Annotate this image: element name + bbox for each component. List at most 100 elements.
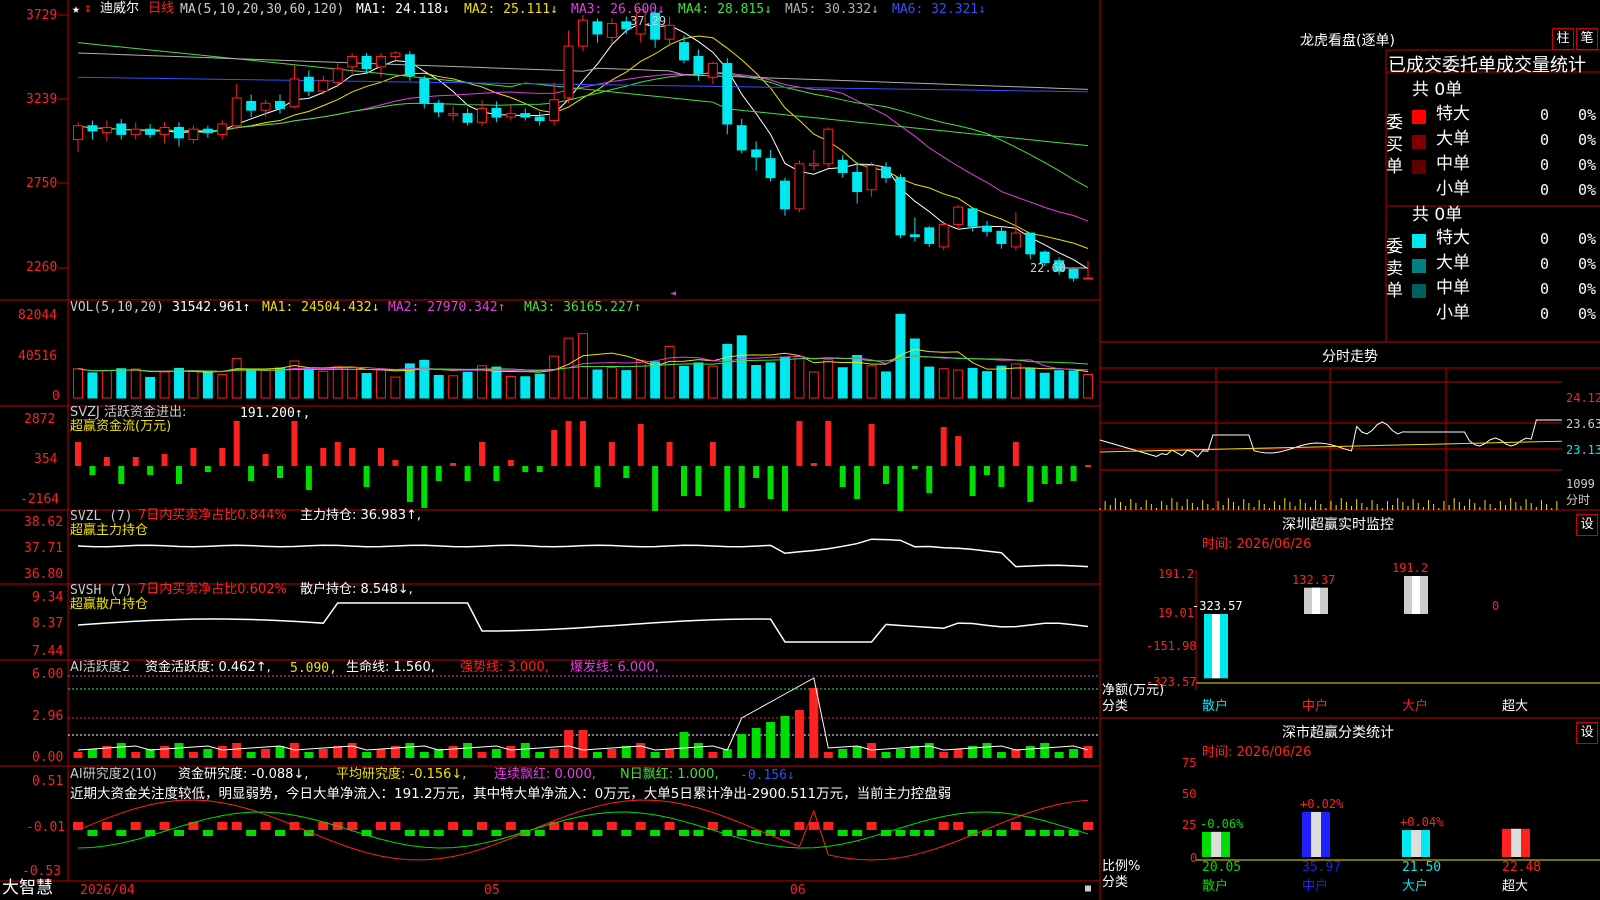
activity-bar xyxy=(751,728,761,758)
volume-bar xyxy=(130,368,141,399)
intraday-avg-line xyxy=(1099,440,1563,453)
candle-body xyxy=(592,21,603,35)
activity-bar xyxy=(188,752,198,758)
volume-bar xyxy=(679,365,689,399)
bar-mode-button[interactable]: 柱 xyxy=(1552,28,1574,50)
flow-bar xyxy=(666,442,673,466)
volume-bar xyxy=(116,368,127,399)
flow-bar xyxy=(594,466,601,487)
buy-color-swatch xyxy=(1412,135,1426,149)
research-bar xyxy=(1083,822,1093,830)
activity-bar xyxy=(318,749,328,758)
activity-bar xyxy=(116,743,126,758)
flow-bar xyxy=(262,454,269,466)
volume-bar xyxy=(924,366,935,399)
svzl-ratio: 7日内买卖净占比0.844% xyxy=(138,508,287,523)
volume-bar xyxy=(520,376,531,399)
candle-body xyxy=(332,68,343,83)
brand-logo[interactable]: 大智慧 xyxy=(2,880,53,897)
candle-body xyxy=(1083,277,1093,280)
volume-bar xyxy=(751,365,762,399)
period-label[interactable]: 日线 xyxy=(148,2,174,15)
monitor-settings-button[interactable]: 设 xyxy=(1576,514,1598,536)
candle-body xyxy=(159,126,170,135)
vol-axis-label: 0 xyxy=(52,389,60,404)
ma10-line xyxy=(77,35,1089,249)
date-axis-label: 2026/04 xyxy=(80,883,135,898)
candle-body xyxy=(477,107,487,123)
buy-row-percent: 0% xyxy=(1578,181,1597,199)
classify-category: 散户 xyxy=(1202,879,1229,894)
activity-bar xyxy=(463,743,473,758)
research-bar xyxy=(953,822,964,830)
candle-body xyxy=(174,126,184,139)
classify-bar-label: 21.50 xyxy=(1402,860,1442,875)
monitor-bar-label: -323.57 xyxy=(1192,599,1243,613)
activity-bar xyxy=(679,732,689,758)
star-icon[interactable]: ★ xyxy=(72,3,80,16)
flow-bar xyxy=(450,463,457,466)
activity-bar xyxy=(535,752,545,758)
activity-bar xyxy=(347,743,357,758)
monitor-category: 中户 xyxy=(1302,699,1329,714)
volume-bar xyxy=(707,365,718,399)
marker-icon: ◄ xyxy=(670,288,676,299)
flow-bar xyxy=(349,448,356,466)
svzj-axis-label: -2164 xyxy=(20,492,60,507)
volume-bar xyxy=(938,368,949,399)
volume-bar xyxy=(722,343,733,399)
candle-body xyxy=(1025,232,1036,255)
volume-bar xyxy=(1039,372,1050,399)
research-bar xyxy=(1025,830,1036,836)
price-axis-label: 2750 xyxy=(26,176,58,191)
buy-row-name: 特大 xyxy=(1436,104,1470,124)
candle-body xyxy=(361,55,372,70)
flow-bar xyxy=(637,424,644,466)
activity-bar xyxy=(737,734,747,758)
activity-bar xyxy=(636,743,646,758)
activity-bar xyxy=(823,752,833,758)
sell-total: 共 0单 xyxy=(1412,205,1463,225)
lock-icon[interactable]: ■ xyxy=(1085,884,1091,894)
classify-axis-label: 50 xyxy=(1182,787,1197,801)
candle-body xyxy=(101,126,112,134)
flow-bar xyxy=(392,460,399,466)
tick-mode-button[interactable]: 笔 xyxy=(1576,28,1598,50)
sell-row-percent: 0% xyxy=(1578,280,1597,298)
candle-body xyxy=(275,100,285,109)
chart-canvas: ◄ xyxy=(0,0,1600,900)
research-bar xyxy=(130,822,141,830)
flow-bar xyxy=(176,466,182,484)
volume-bar xyxy=(303,368,314,399)
flow-bar xyxy=(911,466,918,469)
volume-bar xyxy=(318,370,329,399)
classify-settings-button[interactable]: 设 xyxy=(1576,722,1598,744)
candle-body xyxy=(404,54,415,77)
candle-body xyxy=(520,113,531,118)
ai1-axis-label: 2.96 xyxy=(32,709,64,724)
sell-row-value: 0 xyxy=(1540,230,1550,248)
activity-bar xyxy=(1025,746,1035,758)
monitor-category: 超大 xyxy=(1502,699,1529,714)
flow-bar xyxy=(479,442,485,466)
volume-bar xyxy=(159,371,170,399)
activity-bar xyxy=(809,688,819,758)
buy-row-name: 小单 xyxy=(1436,179,1470,199)
research-bar xyxy=(246,830,257,836)
volume-bar xyxy=(736,335,747,399)
candle-body xyxy=(1068,268,1079,279)
activity-bar xyxy=(1083,746,1093,758)
volume-bar xyxy=(390,376,401,399)
sell-label: 委卖单 xyxy=(1386,237,1403,301)
monitor-bar-highlight xyxy=(1212,614,1220,679)
candle-body xyxy=(751,149,762,158)
svzj-axis-label: 2872 xyxy=(24,412,56,427)
volume-bar xyxy=(505,375,516,399)
activity-bar xyxy=(924,743,934,758)
flow-bar xyxy=(103,457,110,466)
activity-bar xyxy=(650,752,660,758)
activity-bar xyxy=(607,749,617,758)
research-bar xyxy=(563,822,574,830)
research-bar xyxy=(433,830,444,836)
flow-bar xyxy=(132,457,139,466)
